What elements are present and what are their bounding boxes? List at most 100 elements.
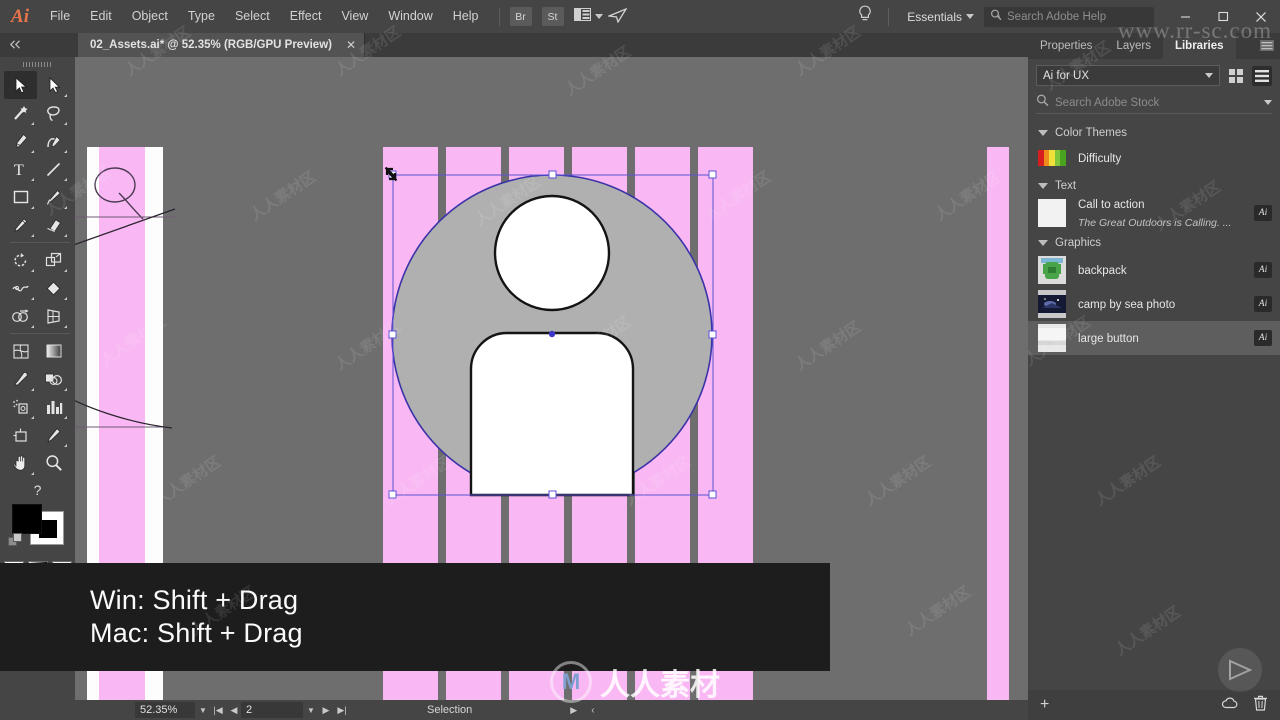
menu-edit[interactable]: Edit (80, 0, 122, 33)
app-logo: Ai (11, 5, 29, 27)
list-item-thumbnail (1038, 256, 1066, 284)
play-icon[interactable]: ▶ (570, 705, 577, 716)
triangle-down-icon (1038, 240, 1048, 246)
tab-layers[interactable]: Layers (1104, 33, 1163, 59)
creative-cloud-icon[interactable] (1221, 696, 1239, 715)
gradient-tool[interactable] (37, 337, 70, 365)
caption-line-mac: Mac: Shift + Drag (90, 618, 303, 648)
magic-wand-tool[interactable] (4, 99, 37, 127)
eraser-tool[interactable] (37, 211, 70, 239)
zoom-tool[interactable] (37, 449, 70, 477)
maximize-button[interactable] (1204, 0, 1242, 33)
previous-page-icon[interactable]: ◀ (227, 705, 241, 716)
list-item[interactable]: large button Ai (1028, 321, 1280, 355)
menu-file[interactable]: File (40, 0, 80, 33)
tab-properties[interactable]: Properties (1028, 33, 1104, 59)
ai-badge: Ai (1254, 330, 1272, 346)
menu-window[interactable]: Window (378, 0, 442, 33)
add-item-icon[interactable]: + (1040, 696, 1049, 714)
page-number-field[interactable]: 2 (241, 702, 303, 718)
type-tool[interactable]: T (4, 155, 37, 183)
lasso-tool[interactable] (37, 99, 70, 127)
grid-view-icon[interactable] (1226, 66, 1246, 86)
collapse-left-icon[interactable]: ‹ (591, 705, 594, 716)
list-view-icon[interactable] (1252, 65, 1272, 86)
pencil-tool[interactable] (4, 211, 37, 239)
first-page-icon[interactable]: |◀ (211, 705, 225, 716)
tools-grid: T (0, 71, 75, 477)
menu-help[interactable]: Help (443, 0, 489, 33)
bridge-button[interactable]: Br (509, 7, 532, 26)
search-icon (1036, 94, 1049, 112)
slice-tool[interactable] (37, 421, 70, 449)
panel-menu-icon[interactable] (1260, 39, 1274, 51)
rotate-tool[interactable] (4, 246, 37, 274)
fill-swatch[interactable] (12, 504, 42, 534)
perspective-grid-tool[interactable] (37, 302, 70, 330)
mesh-tool[interactable] (4, 337, 37, 365)
ai-badge: Ai (1254, 296, 1272, 312)
hand-tool[interactable] (4, 449, 37, 477)
zoom-chevron-down-icon[interactable]: ▼ (195, 706, 211, 715)
status-bar: 52.35% ▼ |◀ ◀ 2 ▼ ▶ ▶| Selection ▶ ‹ (75, 700, 1028, 720)
lightbulb-button[interactable] (852, 5, 878, 28)
section-header-color-themes[interactable]: Color Themes (1028, 120, 1280, 143)
stock-button[interactable]: St (541, 7, 564, 26)
library-search-field[interactable]: Search Adobe Stock (1036, 92, 1272, 114)
menu-effect[interactable]: Effect (280, 0, 332, 33)
close-button[interactable] (1242, 0, 1280, 33)
swap-fill-stroke-icon[interactable] (8, 533, 22, 547)
workspace-chevron-down-icon[interactable] (966, 14, 974, 19)
scale-tool[interactable] (37, 246, 70, 274)
rectangle-tool[interactable] (4, 183, 37, 211)
last-page-icon[interactable]: ▶| (335, 705, 349, 716)
tab-libraries[interactable]: Libraries (1162, 33, 1236, 59)
document-tab[interactable]: 02_Assets.ai* @ 52.35% (RGB/GPU Preview)… (78, 33, 366, 57)
artboard-tool[interactable] (4, 421, 37, 449)
chevron-down-icon[interactable] (1264, 100, 1272, 105)
close-icon[interactable]: ✕ (346, 38, 356, 52)
list-item-name: large button (1078, 333, 1139, 345)
symbol-sprayer-tool[interactable] (4, 393, 37, 421)
zoom-level-field[interactable]: 52.35% (135, 702, 195, 718)
page-chevron-down-icon[interactable]: ▼ (303, 706, 319, 715)
page-navigation-next: ▶ ▶| (319, 705, 349, 716)
menu-view[interactable]: View (331, 0, 378, 33)
list-item[interactable]: Difficulty (1028, 143, 1280, 173)
line-segment-tool[interactable] (37, 155, 70, 183)
list-item[interactable]: camp by sea photo Ai (1028, 287, 1280, 321)
library-dropdown[interactable]: Ai for UX (1036, 65, 1220, 86)
menu-type[interactable]: Type (178, 0, 225, 33)
avatar-body (469, 331, 635, 497)
triangle-down-icon (1038, 183, 1048, 189)
curvature-tool[interactable] (37, 127, 70, 155)
trash-icon[interactable] (1253, 695, 1268, 716)
tools-panel-grip[interactable] (0, 57, 75, 71)
free-transform-tool[interactable] (37, 274, 70, 302)
selection-tool[interactable] (4, 71, 37, 99)
section-header-graphics[interactable]: Graphics (1028, 230, 1280, 253)
eyedropper-tool[interactable] (4, 365, 37, 393)
list-item[interactable]: backpack Ai (1028, 253, 1280, 287)
paintbrush-tool[interactable] (37, 183, 70, 211)
column-graph-tool[interactable] (37, 393, 70, 421)
collapse-panel-icon[interactable] (4, 35, 26, 53)
help-search-field[interactable]: Search Adobe Help (984, 6, 1154, 27)
minimize-button[interactable] (1166, 0, 1204, 33)
share-button[interactable] (606, 7, 629, 26)
menu-object[interactable]: Object (122, 0, 178, 33)
library-search-placeholder: Search Adobe Stock (1055, 96, 1160, 109)
arrange-documents-button[interactable] (573, 7, 603, 26)
list-item[interactable]: Call to action The Great Outdoors is Cal… (1028, 196, 1280, 230)
next-page-icon[interactable]: ▶ (319, 705, 333, 716)
blend-tool[interactable] (37, 365, 70, 393)
workspace-switcher[interactable]: Essentials (899, 10, 966, 24)
width-tool[interactable] (4, 274, 37, 302)
pen-tool[interactable] (4, 127, 37, 155)
section-header-text[interactable]: Text (1028, 173, 1280, 196)
shape-builder-tool[interactable] (4, 302, 37, 330)
section-title: Text (1055, 180, 1077, 192)
direct-selection-tool[interactable] (37, 71, 70, 99)
help-tool-button[interactable]: ? (0, 477, 75, 503)
menu-select[interactable]: Select (225, 0, 280, 33)
